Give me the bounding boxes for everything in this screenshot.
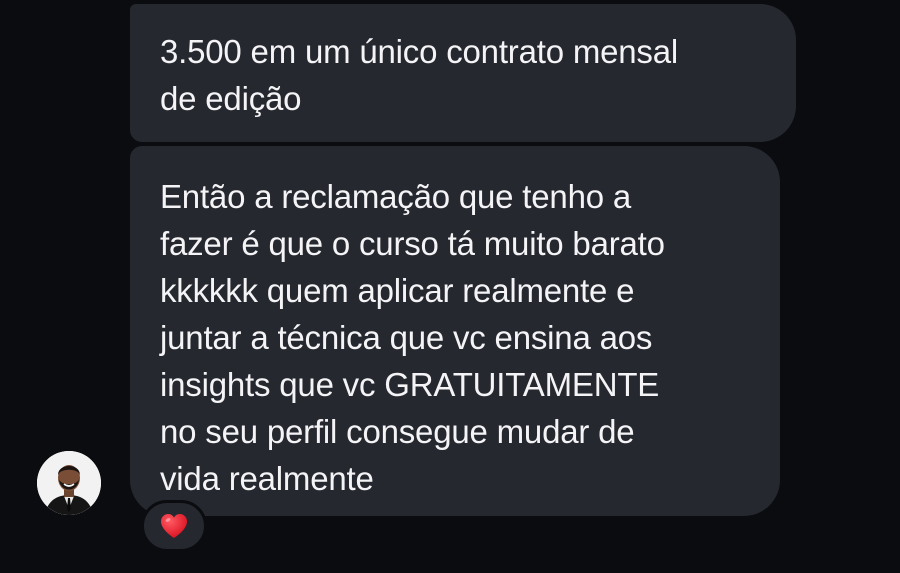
message-text-line: juntar a técnica que vc ensina aos [160,319,653,356]
message-text-line: Então a reclamação que tenho a [160,178,632,215]
message-text-line: vida realmente [160,460,374,497]
message-text-line: 3.500 em um único contrato mensal [160,33,679,70]
message-text-line: de edição [160,80,302,117]
sender-avatar[interactable] [37,451,101,515]
message-text-line: fazer é que o curso tá muito barato [160,225,665,262]
message-bubble-1[interactable]: 3.500 em um único contrato mensal de edi… [130,4,796,142]
message-bubble-2[interactable]: Então a reclamação que tenho a fazer é q… [130,146,780,516]
message-text-line: kkkkkk quem aplicar realmente e [160,272,635,309]
heart-reaction[interactable] [141,500,207,552]
message-text-line: insights que vc GRATUITAMENTE [160,366,660,403]
avatar-image [37,451,101,515]
message-text-line: no seu perfil consegue mudar de [160,413,635,450]
heart-icon [161,514,187,538]
